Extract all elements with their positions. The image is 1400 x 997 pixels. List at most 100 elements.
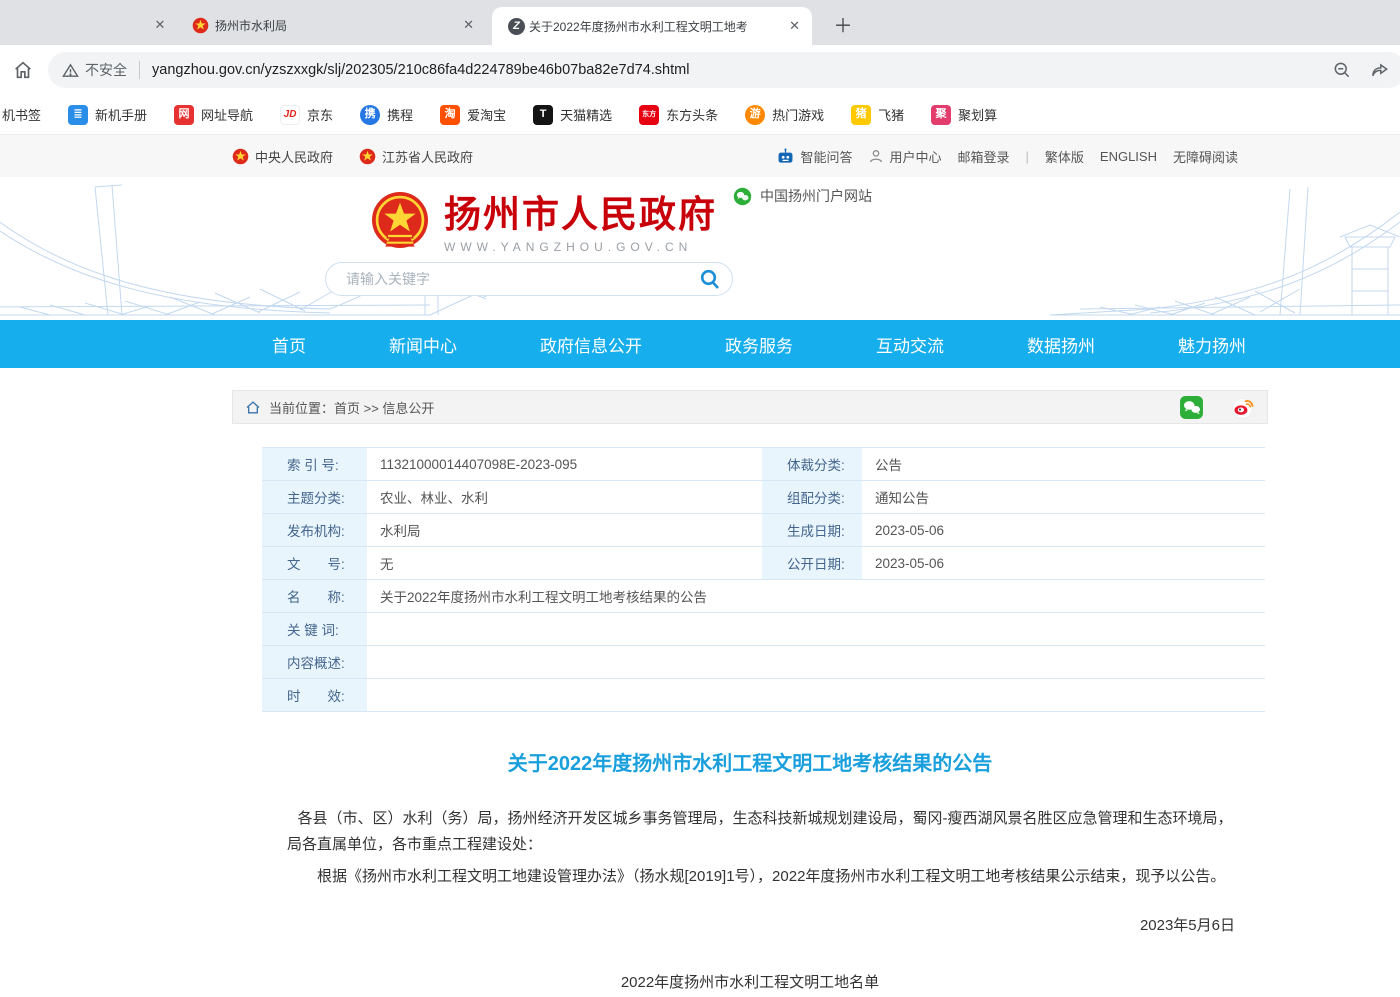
meta-label: 索 引 号: bbox=[262, 448, 367, 481]
bookmark-label: 京东 bbox=[307, 105, 333, 124]
link-smart-qa[interactable]: 智能问答 bbox=[776, 147, 852, 166]
meta-label: 公开日期: bbox=[762, 547, 862, 580]
robot-icon bbox=[776, 148, 795, 165]
close-icon[interactable]: ✕ bbox=[785, 16, 804, 36]
bookmark-hot-games[interactable]: 游 热门游戏 bbox=[745, 105, 824, 125]
bookmark-label: 热门游戏 bbox=[772, 105, 824, 124]
bookmark-fliggy[interactable]: 猪 飞猪 bbox=[851, 105, 904, 125]
share-icon[interactable] bbox=[1370, 60, 1390, 80]
gov-emblem-icon bbox=[359, 148, 376, 165]
browser-tab-bar: ✕ 扬州市水利局 ✕ Z 关于2022年度扬州市水利工程文明工地考 ✕ ＋ bbox=[0, 0, 1400, 45]
nav-charm-yangzhou[interactable]: 魅力扬州 bbox=[1178, 332, 1246, 357]
bookmark-label: 新机手册 bbox=[95, 105, 147, 124]
bookmark-tmall[interactable]: T 天猫精选 bbox=[533, 105, 612, 125]
nav-gov-services[interactable]: 政务服务 bbox=[725, 332, 793, 357]
link-mail-login[interactable]: 邮箱登录 bbox=[957, 147, 1009, 166]
link-english[interactable]: ENGLISH bbox=[1100, 149, 1157, 164]
bookmark-eastday[interactable]: 东方 东方头条 bbox=[639, 105, 718, 125]
home-small-icon[interactable] bbox=[245, 400, 261, 415]
bookmark-aitaobao[interactable]: 淘 爱淘宝 bbox=[440, 105, 506, 125]
gov-top-bar: 中央人民政府 江苏省人民政府 智能问答 用户中心 邮箱登录 | 繁体版 ENGL… bbox=[0, 135, 1400, 177]
bookmark-label: 聚划算 bbox=[958, 105, 997, 124]
link-jiangsu-gov[interactable]: 江苏省人民政府 bbox=[359, 147, 473, 166]
fliggy-icon: 猪 bbox=[851, 105, 871, 125]
tab-partial[interactable]: ✕ bbox=[140, 8, 180, 42]
nav-site-icon: 网 bbox=[174, 105, 194, 125]
link-traditional[interactable]: 繁体版 bbox=[1045, 147, 1084, 166]
divider: | bbox=[1026, 149, 1029, 164]
meta-value-genre: 公告 bbox=[862, 448, 1265, 481]
tab-title: 扬州市水利局 bbox=[215, 17, 453, 34]
meta-value-summary bbox=[367, 646, 1265, 679]
new-tab-button[interactable]: ＋ bbox=[828, 10, 858, 38]
nav-gov-info[interactable]: 政府信息公开 bbox=[540, 332, 642, 357]
gov-emblem-icon bbox=[232, 148, 249, 165]
user-center-label: 用户中心 bbox=[889, 147, 941, 166]
weibo-share-icon[interactable] bbox=[1230, 395, 1255, 420]
meta-label: 关 键 词: bbox=[262, 613, 367, 646]
content-panel: 当前位置： 首页 >> 信息公开 索 引 号: 1132100001440709… bbox=[232, 390, 1268, 992]
link-central-gov[interactable]: 中央人民政府 bbox=[232, 147, 333, 166]
site-banner: 扬州市人民政府 WWW.YANGZHOU.GOV.CN 中国扬州门户网站 bbox=[0, 177, 1400, 320]
tab-current-article[interactable]: Z 关于2022年度扬州市水利工程文明工地考 ✕ bbox=[492, 7, 812, 45]
meta-value-topic: 农业、林业、水利 bbox=[367, 481, 762, 514]
user-icon bbox=[868, 148, 884, 164]
nav-news-center[interactable]: 新闻中心 bbox=[389, 332, 457, 357]
meta-label: 时 效: bbox=[262, 679, 367, 712]
close-icon[interactable]: ✕ bbox=[459, 15, 478, 35]
site-url: WWW.YANGZHOU.GOV.CN bbox=[444, 240, 717, 254]
link-accessible[interactable]: 无障碍阅读 bbox=[1173, 147, 1238, 166]
meta-label: 内容概述: bbox=[262, 646, 367, 679]
meta-value-keywords bbox=[367, 613, 1265, 646]
gov-link-label: 中央人民政府 bbox=[255, 147, 333, 166]
gov-emblem-icon bbox=[192, 17, 209, 34]
zoom-out-icon[interactable] bbox=[1332, 60, 1352, 80]
bookmark-xinji-manual[interactable]: ≣ 新机手册 bbox=[68, 105, 147, 125]
main-nav: 首页 新闻中心 政府信息公开 政务服务 互动交流 数据扬州 魅力扬州 bbox=[0, 320, 1400, 368]
address-divider bbox=[139, 61, 140, 79]
meta-label: 文 号: bbox=[262, 547, 367, 580]
tab-title: 关于2022年度扬州市水利工程文明工地考 bbox=[529, 18, 781, 35]
jd-icon: JD bbox=[280, 105, 300, 125]
home-icon[interactable] bbox=[12, 59, 34, 81]
site-name: 扬州市人民政府 bbox=[444, 194, 717, 237]
eastday-icon: 东方 bbox=[639, 105, 659, 125]
bookmark-label: 飞猪 bbox=[878, 105, 904, 124]
article-paragraph: 根据《扬州市水利工程文明工地建设管理办法》（扬水规[2019]1号），2022年… bbox=[287, 864, 1235, 890]
document-meta-table: 索 引 号: 11321000014407098E-2023-095 体裁分类:… bbox=[262, 447, 1265, 712]
bookmark-ctrip[interactable]: 携 携程 bbox=[360, 105, 413, 125]
bookmark-juhuasuan[interactable]: 聚 聚划算 bbox=[931, 105, 997, 125]
nav-data-yangzhou[interactable]: 数据扬州 bbox=[1027, 332, 1095, 357]
bookmark-phone-bookmarks[interactable]: 机书签 bbox=[2, 105, 41, 124]
nav-interaction[interactable]: 互动交流 bbox=[876, 332, 944, 357]
wechat-share-icon[interactable] bbox=[1179, 395, 1204, 420]
article-list-title: 2022年度扬州市水利工程文明工地名单 bbox=[232, 971, 1268, 992]
meta-value-publish-date: 2023-05-06 bbox=[862, 547, 1265, 580]
meta-value-validity bbox=[367, 679, 1265, 712]
nav-home[interactable]: 首页 bbox=[272, 332, 306, 357]
link-user-center[interactable]: 用户中心 bbox=[868, 147, 941, 166]
browser-toolbar: 不安全 yangzhou.gov.cn/yzszxxgk/slj/202305/… bbox=[0, 45, 1400, 95]
tab-yangzhou-water-bureau[interactable]: 扬州市水利局 ✕ bbox=[178, 8, 486, 42]
search-input[interactable] bbox=[346, 271, 698, 287]
url-text[interactable]: yangzhou.gov.cn/yzszxxgk/slj/202305/210c… bbox=[152, 62, 1332, 78]
bookmark-url-nav[interactable]: 网 网址导航 bbox=[174, 105, 253, 125]
bookmark-jd[interactable]: JD 京东 bbox=[280, 105, 333, 125]
portal-label: 中国扬州门户网站 bbox=[760, 186, 872, 206]
portal-badge[interactable]: 中国扬州门户网站 bbox=[733, 186, 872, 206]
smart-qa-label: 智能问答 bbox=[800, 147, 852, 166]
close-icon[interactable]: ✕ bbox=[151, 15, 170, 35]
security-label[interactable]: 不安全 bbox=[85, 60, 127, 80]
bookmarks-bar: 机书签 ≣ 新机手册 网 网址导航 JD 京东 携 携程 淘 爱淘宝 T 天猫精… bbox=[0, 95, 1400, 135]
meta-label: 名 称: bbox=[262, 580, 367, 613]
meta-label: 生成日期: bbox=[762, 514, 862, 547]
breadcrumb-path[interactable]: 首页 >> 信息公开 bbox=[334, 398, 434, 417]
search-icon[interactable] bbox=[698, 267, 722, 291]
games-icon: 游 bbox=[745, 105, 765, 125]
meta-value-title: 关于2022年度扬州市水利工程文明工地考核结果的公告 bbox=[367, 580, 1265, 613]
address-bar[interactable]: 不安全 yangzhou.gov.cn/yzszxxgk/slj/202305/… bbox=[48, 52, 1400, 88]
warning-icon bbox=[62, 62, 79, 79]
bookmark-label: 东方头条 bbox=[666, 105, 718, 124]
site-logo[interactable]: 扬州市人民政府 WWW.YANGZHOU.GOV.CN bbox=[368, 190, 717, 258]
juhuasuan-icon: 聚 bbox=[931, 105, 951, 125]
